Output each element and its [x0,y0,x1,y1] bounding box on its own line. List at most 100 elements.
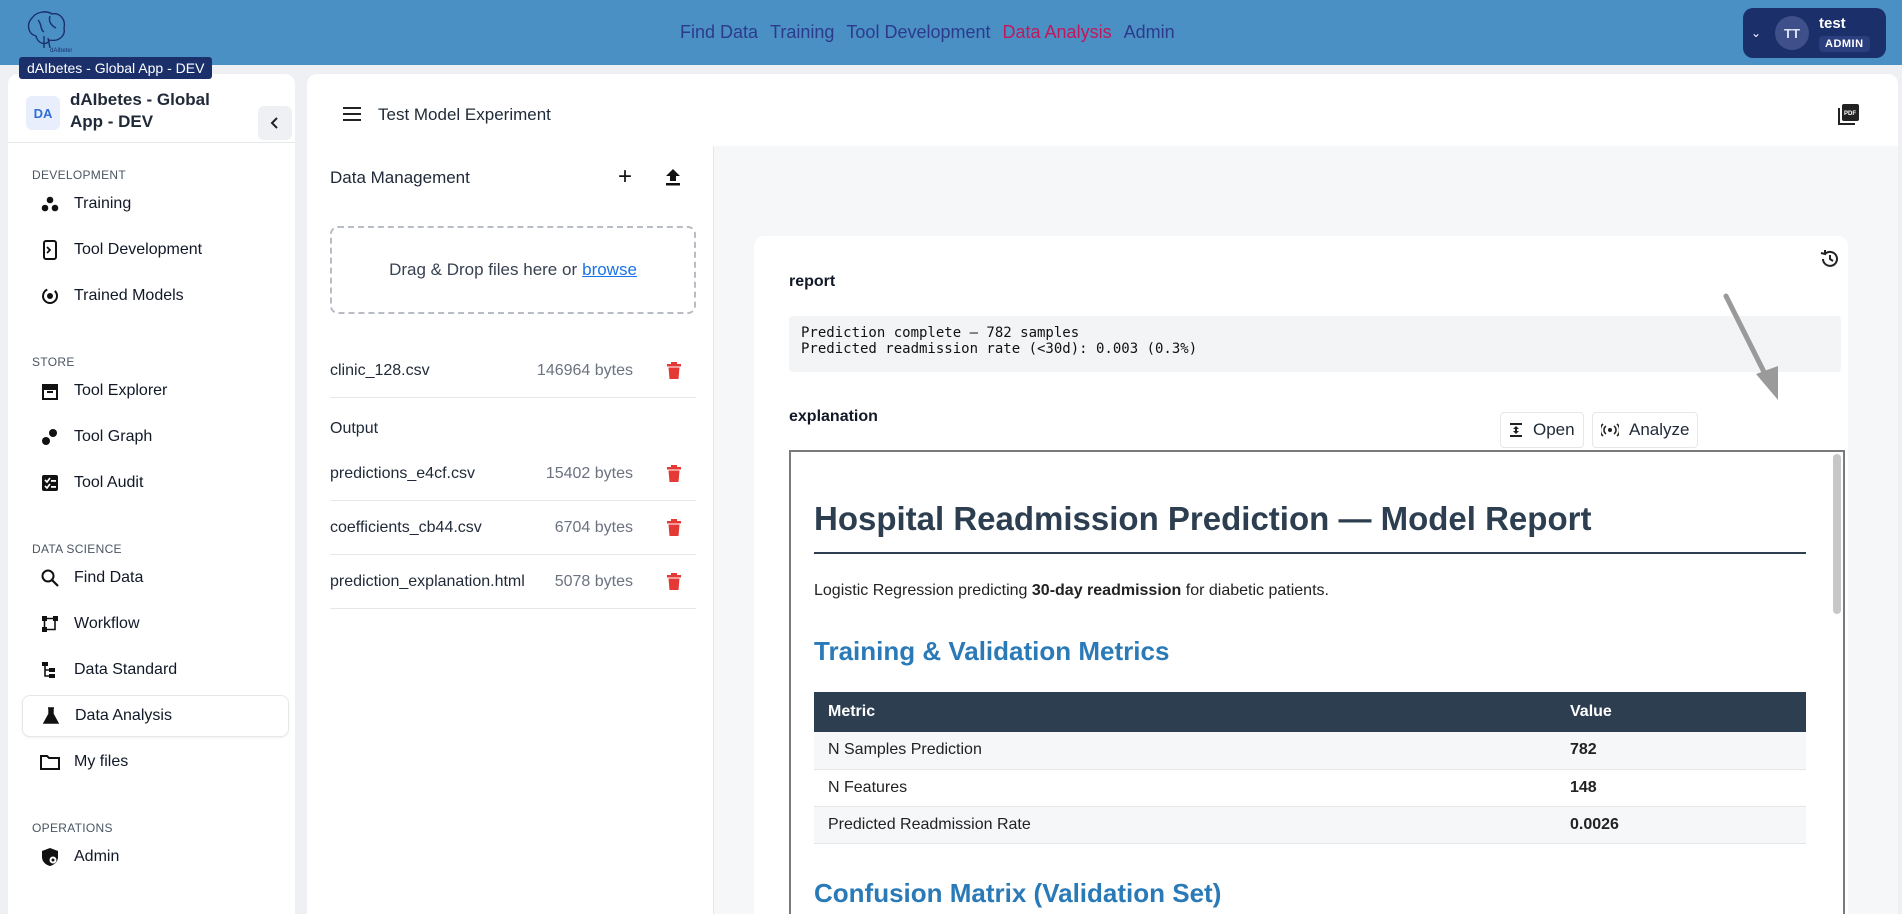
add-icon[interactable]: + [614,165,636,189]
file-size: 146964 bytes [536,361,633,379]
open-button[interactable]: Open [1500,412,1584,448]
browse-link[interactable]: browse [582,260,637,280]
svg-text:dAIbetes: dAIbetes [50,48,72,54]
scrollbar[interactable] [1833,454,1841,614]
topnav-find-data[interactable]: Find Data [680,22,758,43]
table-row: N Features 148 [814,769,1806,807]
file-size: 5078 bytes [554,572,633,590]
tool-development-icon [40,240,60,260]
training-icon [40,194,60,214]
analyze-button-label: Analyze [1629,420,1690,439]
trained-models-icon [40,286,60,306]
sidebar-item-label: Tool Development [74,241,203,258]
column-header: Value [1556,692,1806,732]
app-badge: DA [26,96,60,130]
sidebar-item-tool-explorer[interactable]: Tool Explorer [22,370,289,412]
sidebar-item-training[interactable]: Training [22,183,289,225]
confusion-matrix-heading: Confusion Matrix (Validation Set) [814,877,1222,908]
explanation-frame[interactable]: Hospital Readmission Prediction — Model … [789,450,1845,914]
upload-icon[interactable] [662,166,684,188]
open-button-label: Open [1533,420,1575,439]
user-menu[interactable]: ⌄ TT test ADMIN [1743,8,1886,58]
report-intro: Logistic Regression predicting 30-day re… [814,582,1806,600]
metric-name: N Samples Prediction [814,732,1556,770]
table-row: Predicted Readmission Rate 0.0026 [814,806,1806,844]
svg-text:PDF: PDF [1844,111,1856,117]
sidebar-item-data-analysis[interactable]: Data Analysis [22,695,289,737]
expand-icon [1510,423,1522,437]
pdf-export-icon[interactable]: PDF [1838,103,1860,125]
file-size: 6704 bytes [554,518,633,536]
sidebar-item-tool-graph[interactable]: Tool Graph [22,416,289,458]
file-name: predictions_e4cf.csv [330,464,475,482]
workflow-icon [40,614,60,634]
chevron-left-icon [270,117,278,129]
shield-icon [40,847,60,867]
list-item[interactable]: coefficients_cb44.csv 6704 bytes [330,501,696,555]
history-icon[interactable] [1819,248,1841,270]
report-output: Prediction complete — 782 samples Predic… [789,316,1841,372]
sidebar-item-label: Trained Models [74,287,184,304]
table-header-row: Metric Value [814,692,1806,732]
avatar: TT [1775,16,1809,50]
app-title: dAIbetes - Global App - DEV [70,90,210,131]
result-card: report Prediction complete — 782 samples… [754,236,1848,914]
topnav-admin[interactable]: Admin [1124,22,1175,43]
page-title: Test Model Experiment [378,105,551,124]
sidebar-item-admin[interactable]: Admin [22,836,289,878]
app-logo[interactable]: dAIbetes [22,6,72,54]
metric-name: N Features [814,769,1556,807]
folder-icon [40,752,60,772]
sidebar-item-tool-development[interactable]: Tool Development [22,229,289,271]
sidebar-item-workflow[interactable]: Workflow [22,603,289,645]
sidebar-item-label: Data Analysis [75,707,172,724]
audit-icon [40,473,60,493]
intro-emphasis: 30-day readmission [1031,582,1182,599]
file-dropzone[interactable]: Drag & Drop files here or browse [330,226,696,314]
file-name: coefficients_cb44.csv [330,518,482,536]
section-operations: OPERATIONS [32,821,113,835]
menu-icon[interactable] [343,106,363,122]
sidebar-item-label: Tool Explorer [74,382,168,399]
file-name: prediction_explanation.html [330,572,525,590]
analyze-button[interactable]: Analyze [1592,412,1699,448]
sidebar-item-trained-models[interactable]: Trained Models [22,275,289,317]
section-development: DEVELOPMENT [32,168,126,182]
delete-icon[interactable] [666,518,682,537]
data-management-title: Data Management [330,168,470,187]
env-tooltip: dAIbetes - Global App - DEV [19,57,213,79]
dropzone-text: Drag & Drop files here or [389,260,578,279]
list-item[interactable]: clinic_128.csv 146964 bytes [330,344,696,398]
topnav-training[interactable]: Training [770,22,834,43]
metrics-heading: Training & Validation Metrics [814,636,1170,666]
top-bar: dAIbetes Find Data Training Tool Develop… [0,0,1902,65]
sidebar-item-label: Workflow [74,615,140,632]
intro-text: Logistic Regression predicting [814,582,1028,599]
archive-icon [40,381,60,401]
sidebar-item-label: My files [74,753,129,770]
sidebar-item-find-data[interactable]: Find Data [22,557,289,599]
sidebar-item-data-standard[interactable]: Data Standard [22,649,289,691]
list-item[interactable]: prediction_explanation.html 5078 bytes [330,555,696,609]
collapse-sidebar-button[interactable] [258,106,292,140]
sidebar-item-label: Admin [74,848,120,865]
top-nav: Find Data Training Tool Development Data… [680,22,1175,43]
column-header: Metric [814,692,1556,732]
topnav-tool-development[interactable]: Tool Development [846,22,990,43]
delete-icon[interactable] [666,361,682,380]
chevron-down-icon: ⌄ [1751,26,1762,40]
delete-icon[interactable] [666,464,682,483]
intro-text: for diabetic patients. [1185,582,1329,599]
delete-icon[interactable] [666,572,682,591]
sidebar-item-tool-audit[interactable]: Tool Audit [22,462,289,504]
divider [8,142,295,143]
topnav-data-analysis[interactable]: Data Analysis [1003,22,1112,43]
list-item[interactable]: predictions_e4cf.csv 15402 bytes [330,447,696,501]
sidebar-item-label: Tool Graph [74,428,153,445]
sidebar-item-label: Data Standard [74,661,178,678]
metric-value: 782 [1556,732,1806,770]
section-data-science: DATA SCIENCE [32,542,122,556]
sidebar-item-my-files[interactable]: My files [22,741,289,783]
output-label: Output [330,420,379,437]
sidebar: DA dAIbetes - Global App - DEV DEVELOPME… [8,74,295,914]
